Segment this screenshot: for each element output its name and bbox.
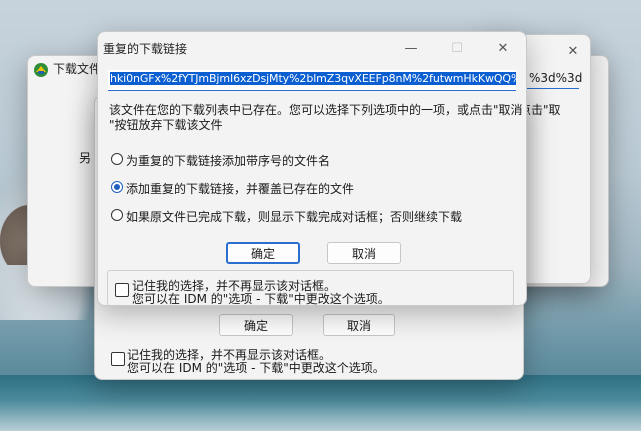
dialog-title: 重复的下载链接 [103,42,188,56]
radio-option-2[interactable] [111,181,123,193]
option-label-2[interactable]: 添加重复的下载链接，并覆盖已存在的文件 [126,180,354,197]
radio-option-3[interactable] [111,209,123,221]
option-label-1[interactable]: 为重复的下载链接添加带序号的文件名 [126,152,330,169]
title-bar[interactable]: 重复的下载链接 — ☐ ✕ [98,32,526,64]
minimize-icon[interactable]: — [388,32,434,64]
remember-line2-behind: 您可以在 IDM 的"选项 - 下载"中更改这个选项。 [127,361,385,375]
wallpaper-sea [0,375,641,431]
cancel-button-behind[interactable]: 取消 [323,314,395,336]
cancel-button[interactable]: 取消 [327,242,401,264]
maximize-icon: ☐ [451,40,463,56]
message-line2: "按钮放弃下载该文件 [109,118,223,132]
url-value: hki0nGFx%2fYTJmBjmI6xzDsjMty%2blmZ3qvXEE… [110,72,516,85]
duplicate-link-dialog: 重复的下载链接 — ☐ ✕ hki0nGFx%2fYTJmBjmI6xzDsjM… [97,31,527,306]
window-title: 下载文件 [53,62,102,76]
url-field[interactable]: hki0nGFx%2fYTJmBjmI6xzDsjMty%2blmZ3qvXEE… [108,70,516,91]
remember-checkbox-behind[interactable] [111,352,125,366]
remember-group: 记住我的选择，并不再显示该对话框。 您可以在 IDM 的"选项 - 下载"中更改… [107,270,514,306]
ok-button[interactable]: 确定 [226,242,300,264]
remember-checkbox[interactable] [115,283,129,297]
idm-logo-icon [33,62,49,78]
radio-option-1[interactable] [111,153,123,165]
remember-line2: 您可以在 IDM 的"选项 - 下载"中更改这个选项。 [132,292,390,306]
option-label-3[interactable]: 如果原文件已完成下载，则显示下载完成对话框；否则继续下载 [126,208,462,225]
close-icon[interactable]: ✕ [556,35,590,67]
side-label: 另 [79,151,92,165]
ok-button-behind[interactable]: 确定 [219,314,293,336]
close-icon[interactable]: ✕ [480,32,526,64]
